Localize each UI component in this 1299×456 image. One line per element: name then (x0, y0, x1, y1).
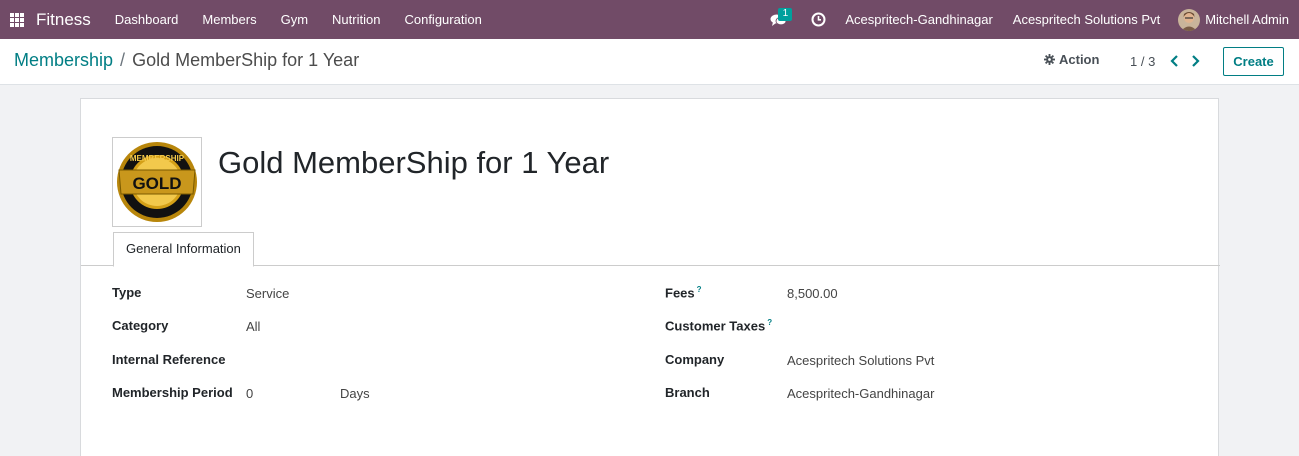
breadcrumb-current: Gold MemberShip for 1 Year (132, 50, 360, 70)
category-field[interactable]: All (246, 319, 260, 334)
control-panel: Membership / Gold MemberShip for 1 Year … (0, 39, 1299, 85)
company-switcher[interactable]: Acespritech Solutions Pvt (1003, 0, 1170, 39)
customer-taxes-help-icon[interactable]: ? (767, 318, 772, 327)
pager-previous-button[interactable] (1168, 52, 1180, 70)
app-name[interactable]: Fitness (36, 10, 91, 30)
chevron-left-icon (1169, 55, 1178, 67)
membership-period-unit: Days (340, 386, 370, 401)
clock-icon (811, 12, 826, 27)
fees-field[interactable]: 8,500.00 (787, 286, 838, 301)
user-name: Mitchell Admin (1205, 12, 1289, 27)
category-label: Category (112, 318, 169, 333)
badge-ring-text: MEMBERSHIP (130, 154, 185, 163)
gear-icon (1044, 54, 1055, 65)
record-title[interactable]: Gold MemberShip for 1 Year (218, 145, 609, 181)
menu-gym[interactable]: Gym (269, 0, 320, 39)
type-field[interactable]: Service (246, 286, 289, 301)
action-label: Action (1059, 52, 1100, 67)
badge-gold-text: GOLD (132, 174, 181, 193)
top-navbar: Fitness Dashboard Members Gym Nutrition … (0, 0, 1299, 39)
messages-count-badge: 1 (778, 8, 793, 21)
customer-taxes-label-text: Customer Taxes (665, 318, 766, 334)
breadcrumb-membership-link[interactable]: Membership (14, 50, 113, 71)
branch-field[interactable]: Acespritech-Gandhinagar (787, 386, 934, 401)
company-field[interactable]: Acespritech Solutions Pvt (787, 353, 934, 368)
activities-button[interactable] (801, 0, 835, 39)
internal-reference-label: Internal Reference (112, 352, 226, 367)
customer-taxes-label: Customer Taxes? (665, 318, 772, 333)
menu-nutrition[interactable]: Nutrition (320, 0, 392, 39)
fees-label: Fees? (665, 285, 702, 300)
fees-help-icon[interactable]: ? (697, 285, 702, 294)
menu-members[interactable]: Members (190, 0, 268, 39)
membership-period-field[interactable]: 0 (246, 386, 253, 401)
membership-image-field[interactable]: GOLD MEMBERSHIP (112, 137, 202, 227)
user-menu[interactable]: Mitchell Admin (1170, 8, 1299, 31)
tab-general-information[interactable]: General Information (113, 232, 254, 267)
avatar (1178, 8, 1201, 31)
create-button[interactable]: Create (1223, 47, 1284, 76)
internal-reference-field[interactable] (246, 353, 446, 369)
menu-dashboard[interactable]: Dashboard (103, 0, 191, 39)
type-label: Type (112, 285, 142, 300)
messages-button[interactable]: 1 (761, 0, 795, 39)
pager-next-button[interactable] (1189, 52, 1201, 70)
breadcrumb-separator: / (120, 50, 126, 70)
customer-taxes-field[interactable] (787, 319, 987, 335)
branch-switcher[interactable]: Acespritech-Gandhinagar (835, 0, 1002, 39)
pager-value[interactable]: 1 / 3 (1130, 54, 1155, 69)
gold-membership-badge-image: GOLD MEMBERSHIP (117, 142, 197, 222)
breadcrumb: Membership / Gold MemberShip for 1 Year (14, 50, 359, 71)
fees-label-text: Fees (665, 285, 695, 301)
form-sheet: GOLD MEMBERSHIP Gold MemberShip for 1 Ye… (80, 98, 1220, 456)
action-menu-button[interactable]: Action (1044, 52, 1099, 67)
chevron-right-icon (1191, 55, 1200, 67)
membership-period-label: Membership Period (112, 385, 233, 400)
apps-menu-icon[interactable] (10, 12, 24, 27)
menu-configuration[interactable]: Configuration (392, 0, 493, 39)
company-label: Company (665, 352, 725, 367)
branch-label: Branch (665, 385, 710, 400)
